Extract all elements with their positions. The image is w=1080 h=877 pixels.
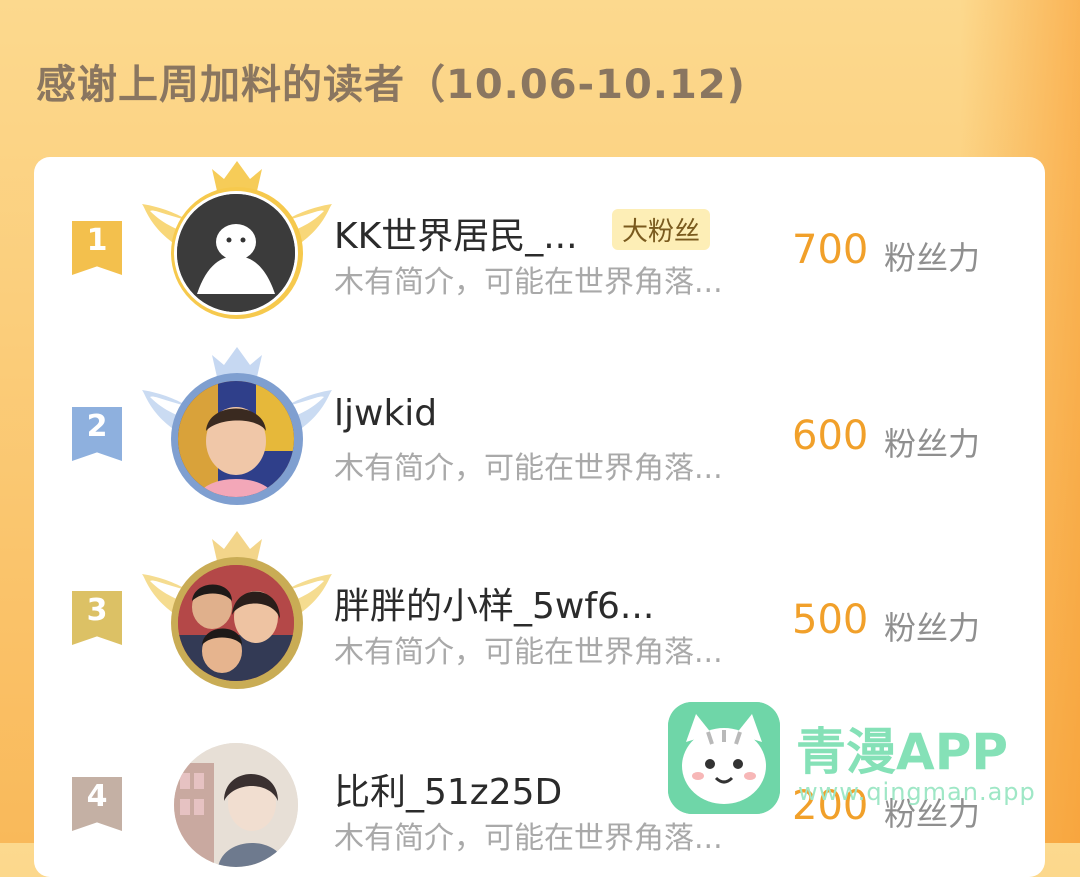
- reader-name[interactable]: 胖胖的小样_5wf6...: [334, 577, 654, 629]
- rank-badge: 4: [72, 777, 122, 831]
- rank-badge: 2: [72, 407, 122, 461]
- rank-badge: 3: [72, 591, 122, 645]
- watermark-title: 青漫APP: [796, 723, 1008, 781]
- avatar[interactable]: [174, 377, 298, 501]
- avatar[interactable]: [174, 743, 298, 867]
- fan-power-score: 500: [792, 597, 869, 643]
- page-title: 感谢上周加料的读者（10.06-10.12): [36, 62, 746, 108]
- ghost-avatar-icon: [177, 194, 295, 312]
- list-item[interactable]: 3 胖胖的小样_5wf6... 木有简介，可能在世界角落... 500 粉丝力: [34, 529, 1045, 689]
- child-photo-avatar-icon: [178, 381, 294, 497]
- reader-description: 木有简介，可能在世界角落...: [334, 451, 723, 486]
- watermark-url: www.qingman.app: [798, 778, 1036, 806]
- fan-power-unit: 粉丝力: [884, 239, 981, 277]
- family-photo-avatar-icon: [178, 565, 294, 681]
- reader-description: 木有简介，可能在世界角落...: [334, 821, 723, 856]
- big-fan-badge: 大粉丝: [612, 209, 711, 250]
- reader-name[interactable]: KK世界居民_...: [334, 207, 578, 259]
- reader-description: 木有简介，可能在世界角落...: [334, 635, 723, 670]
- watermark: 青漫APP www.qingman.app: [668, 702, 1048, 822]
- avatar[interactable]: [174, 561, 298, 685]
- reader-description: 木有简介，可能在世界角落...: [334, 265, 723, 300]
- anime-photo-avatar-icon: [174, 743, 298, 867]
- fan-power-unit: 粉丝力: [884, 609, 981, 647]
- cat-icon: [668, 702, 780, 814]
- avatar[interactable]: [174, 191, 298, 315]
- reader-name[interactable]: 比利_51z25D: [334, 763, 562, 815]
- list-item[interactable]: 2 ljwkid 木有简介，可能在世界角落... 600 粉丝力: [34, 345, 1045, 505]
- list-item[interactable]: 1 KK世界居民_... 大粉丝 木有简介，可能在世界角落... 700 粉丝力: [34, 159, 1045, 319]
- rank-badge: 1: [72, 221, 122, 275]
- fan-power-score: 700: [792, 227, 869, 273]
- fan-power-score: 600: [792, 413, 869, 459]
- fan-power-unit: 粉丝力: [884, 425, 981, 463]
- reader-name[interactable]: ljwkid: [334, 393, 437, 434]
